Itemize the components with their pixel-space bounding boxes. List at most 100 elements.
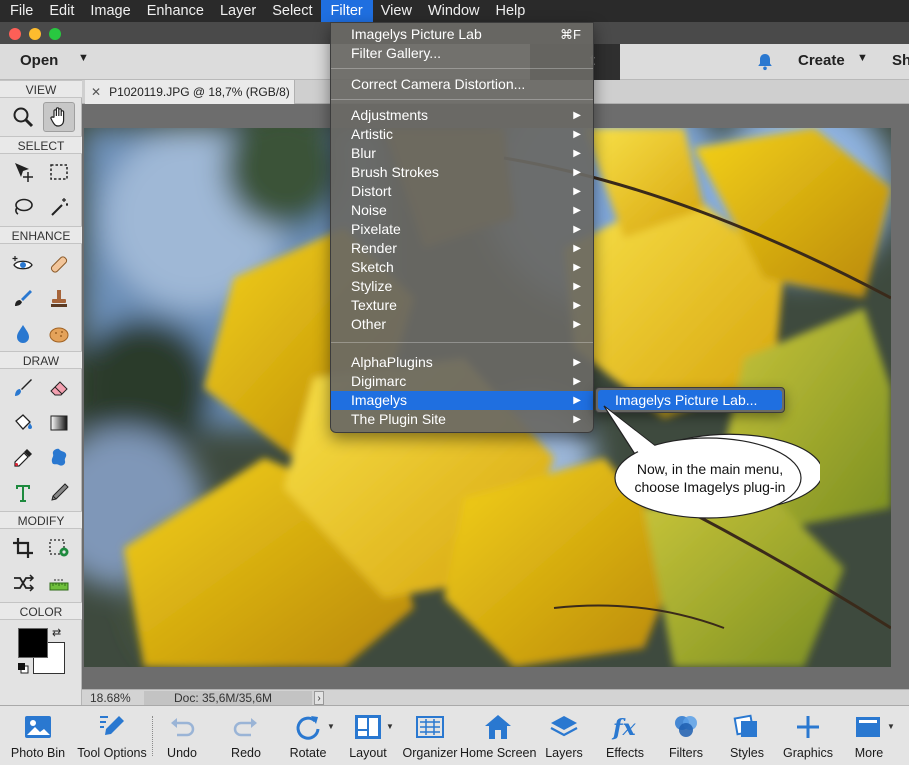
default-colors-icon[interactable] bbox=[17, 662, 29, 674]
filter-menu-dropdown: Imagelys Picture Lab ⌘F Filter Gallery..… bbox=[330, 22, 594, 433]
open-dropdown-chevron-icon[interactable]: ▼ bbox=[78, 52, 89, 64]
foreground-color-swatch[interactable] bbox=[18, 628, 48, 658]
tool-options-button[interactable]: Tool Options bbox=[74, 706, 150, 765]
clone-stamp-tool-icon[interactable] bbox=[43, 284, 75, 314]
menu-item-noise[interactable]: Noise ▶ bbox=[331, 201, 593, 220]
organizer-button[interactable]: Organizer bbox=[400, 706, 460, 765]
close-tab-icon[interactable]: ✕ bbox=[91, 85, 101, 99]
menu-item-stylize[interactable]: Stylize ▶ bbox=[331, 277, 593, 296]
menu-file[interactable]: File bbox=[0, 0, 41, 22]
menu-layer[interactable]: Layer bbox=[212, 0, 264, 22]
menu-item-label: Brush Strokes bbox=[351, 164, 439, 180]
filters-button[interactable]: Filters bbox=[658, 706, 714, 765]
move-tool-icon[interactable] bbox=[7, 157, 39, 187]
layout-dropdown-chevron-icon[interactable]: ▼ bbox=[386, 722, 394, 731]
photo-bin-label: Photo Bin bbox=[10, 746, 66, 760]
swap-colors-icon[interactable]: ⇄ bbox=[52, 626, 61, 639]
menu-item-imagelys-picture-lab-last[interactable]: Imagelys Picture Lab ⌘F bbox=[331, 25, 593, 44]
menu-item-filter-gallery[interactable]: Filter Gallery... bbox=[331, 44, 593, 63]
styles-button[interactable]: Styles bbox=[719, 706, 775, 765]
create-dropdown-chevron-icon[interactable]: ▼ bbox=[857, 52, 868, 64]
menu-item-artistic[interactable]: Artistic ▶ bbox=[331, 125, 593, 144]
paint-bucket-tool-icon[interactable] bbox=[7, 408, 39, 438]
smart-brush-tool-icon[interactable] bbox=[7, 284, 39, 314]
menu-item-distort[interactable]: Distort ▶ bbox=[331, 182, 593, 201]
content-aware-move-tool-icon[interactable] bbox=[7, 568, 39, 598]
blur-tool-icon[interactable] bbox=[7, 319, 39, 349]
organizer-label: Organizer bbox=[402, 746, 458, 760]
menu-item-pixelate[interactable]: Pixelate ▶ bbox=[331, 220, 593, 239]
graphics-button[interactable]: Graphics bbox=[780, 706, 836, 765]
eraser-tool-icon[interactable] bbox=[43, 373, 75, 403]
menu-item-sketch[interactable]: Sketch ▶ bbox=[331, 258, 593, 277]
home-screen-button[interactable]: Home Screen bbox=[460, 706, 536, 765]
rotate-button[interactable]: ▼ Rotate bbox=[280, 706, 336, 765]
menu-edit[interactable]: Edit bbox=[41, 0, 82, 22]
menu-item-imagelys[interactable]: Imagelys ▶ bbox=[331, 391, 593, 410]
create-button[interactable]: Create bbox=[798, 52, 845, 69]
menu-item-label: Stylize bbox=[351, 278, 393, 294]
menu-item-texture[interactable]: Texture ▶ bbox=[331, 296, 593, 315]
styles-icon bbox=[731, 711, 763, 743]
straighten-tool-icon[interactable] bbox=[43, 568, 75, 598]
minimize-window-button[interactable] bbox=[29, 28, 41, 40]
menu-item-correct-camera-distortion[interactable]: Correct Camera Distortion... bbox=[331, 75, 593, 94]
close-window-button[interactable] bbox=[9, 28, 21, 40]
photo-bin-button[interactable]: Photo Bin bbox=[0, 706, 76, 765]
effects-button[interactable]: fx Effects bbox=[597, 706, 653, 765]
sponge-tool-icon[interactable] bbox=[43, 319, 75, 349]
menu-view[interactable]: View bbox=[373, 0, 420, 22]
menu-select[interactable]: Select bbox=[264, 0, 320, 22]
taskbar: Photo Bin Tool Options Undo Redo ▼ Rotat… bbox=[0, 705, 909, 765]
more-dropdown-chevron-icon[interactable]: ▼ bbox=[887, 722, 895, 731]
toolbox-section-modify: MODIFY bbox=[0, 511, 82, 529]
menu-item-digimarc[interactable]: Digimarc ▶ bbox=[331, 372, 593, 391]
menu-window[interactable]: Window bbox=[420, 0, 488, 22]
menu-help[interactable]: Help bbox=[488, 0, 534, 22]
menu-item-brush-strokes[interactable]: Brush Strokes ▶ bbox=[331, 163, 593, 182]
pencil-tool-icon[interactable] bbox=[43, 478, 75, 508]
menu-item-other[interactable]: Other ▶ bbox=[331, 315, 593, 334]
layout-button[interactable]: ▼ Layout bbox=[340, 706, 396, 765]
menu-image[interactable]: Image bbox=[82, 0, 138, 22]
layers-button[interactable]: Layers bbox=[536, 706, 592, 765]
redo-button[interactable]: Redo bbox=[218, 706, 274, 765]
recompose-tool-icon[interactable] bbox=[43, 533, 75, 563]
menu-filter[interactable]: Filter bbox=[320, 0, 373, 22]
menu-item-alphaplugins[interactable]: AlphaPlugins ▶ bbox=[331, 353, 593, 372]
menu-separator bbox=[331, 99, 593, 100]
menu-item-render[interactable]: Render ▶ bbox=[331, 239, 593, 258]
brush-tool-icon[interactable] bbox=[7, 373, 39, 403]
submenu-arrow-icon: ▶ bbox=[573, 148, 581, 159]
hand-tool-icon[interactable] bbox=[43, 102, 75, 132]
menu-item-label: Imagelys Picture Lab bbox=[351, 26, 482, 42]
menu-item-blur[interactable]: Blur ▶ bbox=[331, 144, 593, 163]
red-eye-tool-icon[interactable] bbox=[7, 249, 39, 279]
zoom-level-field[interactable]: 18.68% bbox=[86, 691, 140, 705]
menu-item-label: Texture bbox=[351, 297, 397, 313]
type-tool-icon[interactable] bbox=[7, 478, 39, 508]
crop-tool-icon[interactable] bbox=[7, 533, 39, 563]
share-button[interactable]: Sh bbox=[892, 52, 909, 69]
toolbox-section-draw: DRAW bbox=[0, 351, 82, 369]
menu-enhance[interactable]: Enhance bbox=[139, 0, 212, 22]
zoom-tool-icon[interactable] bbox=[7, 102, 39, 132]
rotate-dropdown-chevron-icon[interactable]: ▼ bbox=[327, 722, 335, 731]
document-tab[interactable]: ✕ P1020119.JPG @ 18,7% (RGB/8) bbox=[85, 80, 295, 104]
status-menu-arrow-icon[interactable]: › bbox=[314, 691, 324, 705]
eyedropper-tool-icon[interactable] bbox=[7, 443, 39, 473]
zoom-window-button[interactable] bbox=[49, 28, 61, 40]
notification-bell-icon[interactable] bbox=[755, 52, 775, 72]
menu-item-the-plugin-site[interactable]: The Plugin Site ▶ bbox=[331, 410, 593, 429]
gradient-tool-icon[interactable] bbox=[43, 408, 75, 438]
lasso-tool-icon[interactable] bbox=[7, 192, 39, 222]
healing-brush-tool-icon[interactable] bbox=[43, 249, 75, 279]
svg-text:fx: fx bbox=[611, 715, 636, 741]
open-button[interactable]: Open bbox=[20, 52, 58, 69]
magic-wand-tool-icon[interactable] bbox=[43, 192, 75, 222]
more-button[interactable]: ▼ More bbox=[841, 706, 897, 765]
marquee-tool-icon[interactable] bbox=[43, 157, 75, 187]
undo-button[interactable]: Undo bbox=[154, 706, 210, 765]
custom-shape-tool-icon[interactable] bbox=[43, 443, 75, 473]
menu-item-adjustments[interactable]: Adjustments ▶ bbox=[331, 106, 593, 125]
